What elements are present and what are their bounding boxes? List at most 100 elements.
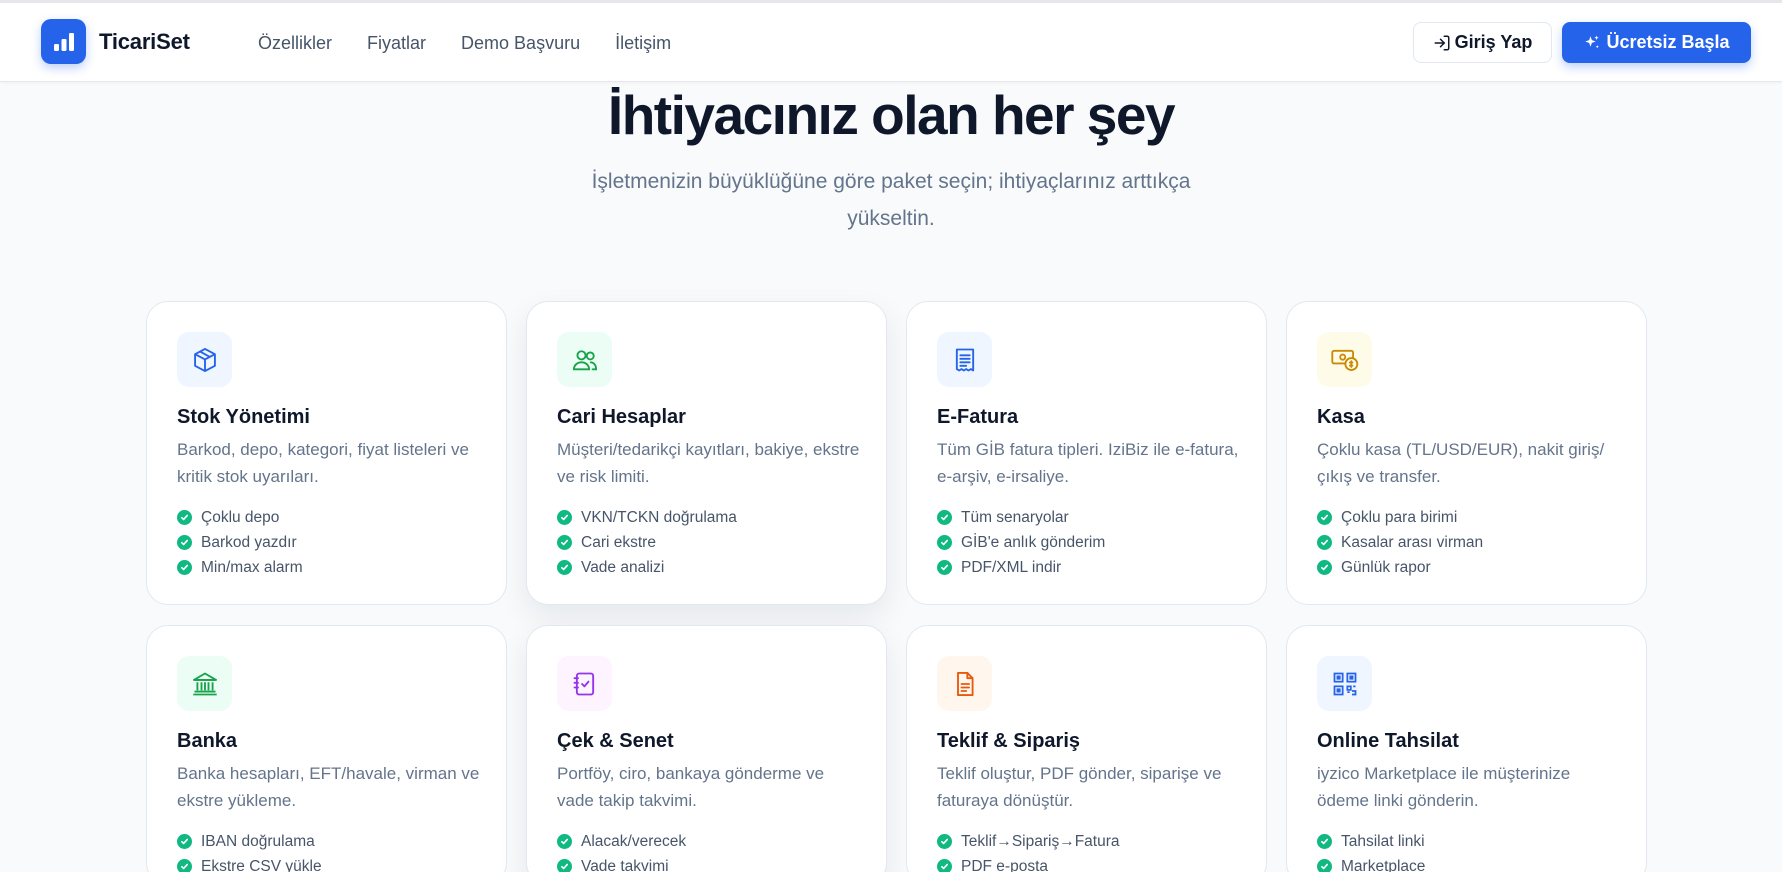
- card-icon-box: [937, 332, 992, 387]
- card-icon-box: [1317, 656, 1372, 711]
- card-description: Banka hesapları, EFT/havale, virman ve e…: [177, 764, 480, 810]
- feature-list: Tüm senaryolar GİB'e anlık gönderim PDF/…: [937, 505, 1105, 580]
- feature-label: VKN/TCKN doğrulama: [581, 508, 737, 526]
- feature-list: Teklif→Sipariş→Fatura PDF e-posta: [937, 829, 1120, 872]
- card-title: E-Fatura: [937, 406, 1019, 428]
- card-title: Online Tahsilat: [1317, 730, 1459, 752]
- feature-item: Cari ekstre: [557, 530, 737, 555]
- check-icon: [937, 834, 952, 849]
- check-icon: [1317, 859, 1332, 872]
- feature-label: Marketplace: [1341, 857, 1426, 872]
- card-description: Barkod, depo, kategori, fiyat listeleri …: [177, 440, 469, 486]
- feature-card-bank: Banka Banka hesapları, EFT/havale, virma…: [146, 625, 507, 872]
- feature-item: GİB'e anlık gönderim: [937, 530, 1105, 555]
- feature-label: Çoklu depo: [201, 508, 280, 526]
- check-icon: [937, 560, 952, 575]
- card-title: Cari Hesaplar: [557, 406, 686, 428]
- feature-label: Tüm senaryolar: [961, 508, 1069, 526]
- start-free-label: Ücretsiz Başla: [1606, 32, 1730, 52]
- site-header: TicariSet Özellikler Fiyatlar Demo Başvu…: [0, 3, 1782, 82]
- check-icon: [557, 535, 572, 550]
- nav-link-features[interactable]: Özellikler: [258, 33, 332, 54]
- feature-label: Cari ekstre: [581, 533, 656, 551]
- feature-label: PDF e-posta: [961, 857, 1049, 872]
- feature-item: Marketplace: [1317, 854, 1425, 872]
- card-description: iyzico Marketplace ile müşterinize ödeme…: [1317, 764, 1571, 810]
- feature-card-online-payment: Online Tahsilat iyzico Marketplace ile m…: [1286, 625, 1647, 872]
- nav-link-pricing[interactable]: Fiyatlar: [367, 33, 426, 54]
- feature-item: VKN/TCKN doğrulama: [557, 505, 737, 530]
- receipt-icon: [955, 348, 974, 371]
- section-subtitle: İşletmenizin büyüklüğüne göre paket seçi…: [591, 170, 1191, 230]
- check-icon: [937, 859, 952, 872]
- feature-label: Alacak/verecek: [581, 832, 687, 850]
- card-title: Çek & Senet: [557, 730, 674, 752]
- feature-label: Günlük rapor: [1341, 558, 1431, 576]
- feature-item: Min/max alarm: [177, 555, 303, 580]
- card-title: Teklif & Sipariş: [937, 730, 1081, 752]
- feature-item: Barkod yazdır: [177, 530, 303, 555]
- feature-label: GİB'e anlık gönderim: [961, 533, 1106, 551]
- feature-item: Alacak/verecek: [557, 829, 686, 854]
- card-description: Müşteri/tedarikçi kayıtları, bakiye, eks…: [557, 440, 860, 486]
- feature-item: Çoklu para birimi: [1317, 505, 1483, 530]
- qr-code-icon: [1333, 672, 1356, 695]
- feature-list: IBAN doğrulama Ekstre CSV yükle: [177, 829, 322, 872]
- feature-label: Teklif→Sipariş→Fatura: [961, 832, 1120, 850]
- feature-item: Ekstre CSV yükle: [177, 854, 322, 872]
- check-icon: [1317, 535, 1332, 550]
- users-icon: [572, 349, 597, 370]
- feature-item: Tüm senaryolar: [937, 505, 1105, 530]
- sparkles-icon: [1585, 35, 1600, 48]
- card-icon-box: [557, 332, 612, 387]
- login-label: Giriş Yap: [1454, 32, 1533, 52]
- cash-icon: [1330, 349, 1358, 371]
- feature-list: Çoklu para birimi Kasalar arası virman G…: [1317, 505, 1483, 580]
- feature-list: VKN/TCKN doğrulama Cari ekstre Vade anal…: [557, 505, 737, 580]
- feature-item: Tahsilat linki: [1317, 829, 1425, 854]
- check-icon: [557, 510, 572, 525]
- feature-item: IBAN doğrulama: [177, 829, 322, 854]
- feature-label: Çoklu para birimi: [1341, 508, 1458, 526]
- card-description: Çoklu kasa (TL/USD/EUR), nakit giriş/çık…: [1317, 440, 1605, 486]
- feature-item: Vade analizi: [557, 555, 737, 580]
- check-icon: [557, 859, 572, 872]
- feature-card-stock: Stok Yönetimi Barkod, depo, kategori, fi…: [146, 301, 507, 605]
- feature-item: Kasalar arası virman: [1317, 530, 1483, 555]
- feature-card-cash: Kasa Çoklu kasa (TL/USD/EUR), nakit giri…: [1286, 301, 1647, 605]
- check-icon: [937, 535, 952, 550]
- card-title: Kasa: [1317, 406, 1365, 428]
- start-free-button[interactable]: Ücretsiz Başla: [1562, 22, 1751, 63]
- card-title: Banka: [177, 730, 238, 752]
- feature-list: Tahsilat linki Marketplace: [1317, 829, 1425, 872]
- feature-label: PDF/XML indir: [961, 558, 1062, 576]
- feature-label: Tahsilat linki: [1341, 832, 1425, 850]
- check-icon: [177, 560, 192, 575]
- check-icon: [1317, 510, 1332, 525]
- notebook-check-icon: [573, 672, 594, 695]
- card-description: Teklif oluştur, PDF gönder, siparişe ve …: [937, 764, 1222, 810]
- check-icon: [557, 560, 572, 575]
- feature-label: Barkod yazdır: [201, 533, 297, 551]
- card-icon-box: [177, 332, 232, 387]
- nav-link-demo[interactable]: Demo Başvuru: [461, 33, 580, 54]
- feature-card-quotes: Teklif & Sipariş Teklif oluştur, PDF gön…: [906, 625, 1267, 872]
- feature-item: Çoklu depo: [177, 505, 303, 530]
- document-icon: [956, 671, 974, 696]
- feature-label: Kasalar arası virman: [1341, 533, 1484, 551]
- check-icon: [177, 535, 192, 550]
- section-title: İhtiyacınız olan her şey: [607, 84, 1176, 146]
- logo[interactable]: [41, 19, 86, 64]
- feature-item: Teklif→Sipariş→Fatura: [937, 829, 1120, 854]
- feature-card-einvoice: E-Fatura Tüm GİB fatura tipleri. IziBiz …: [906, 301, 1267, 605]
- bank-icon: [192, 672, 217, 695]
- brand-name[interactable]: TicariSet: [99, 29, 190, 55]
- feature-label: IBAN doğrulama: [201, 832, 315, 850]
- feature-item: Vade takvimi: [557, 854, 686, 872]
- nav-link-contact[interactable]: İletişim: [615, 33, 671, 54]
- login-button[interactable]: Giriş Yap: [1413, 22, 1552, 63]
- bar-chart-icon: [53, 32, 74, 51]
- feature-list: Alacak/verecek Vade takvimi: [557, 829, 686, 872]
- check-icon: [177, 510, 192, 525]
- card-description: Tüm GİB fatura tipleri. IziBiz ile e-fat…: [937, 440, 1239, 486]
